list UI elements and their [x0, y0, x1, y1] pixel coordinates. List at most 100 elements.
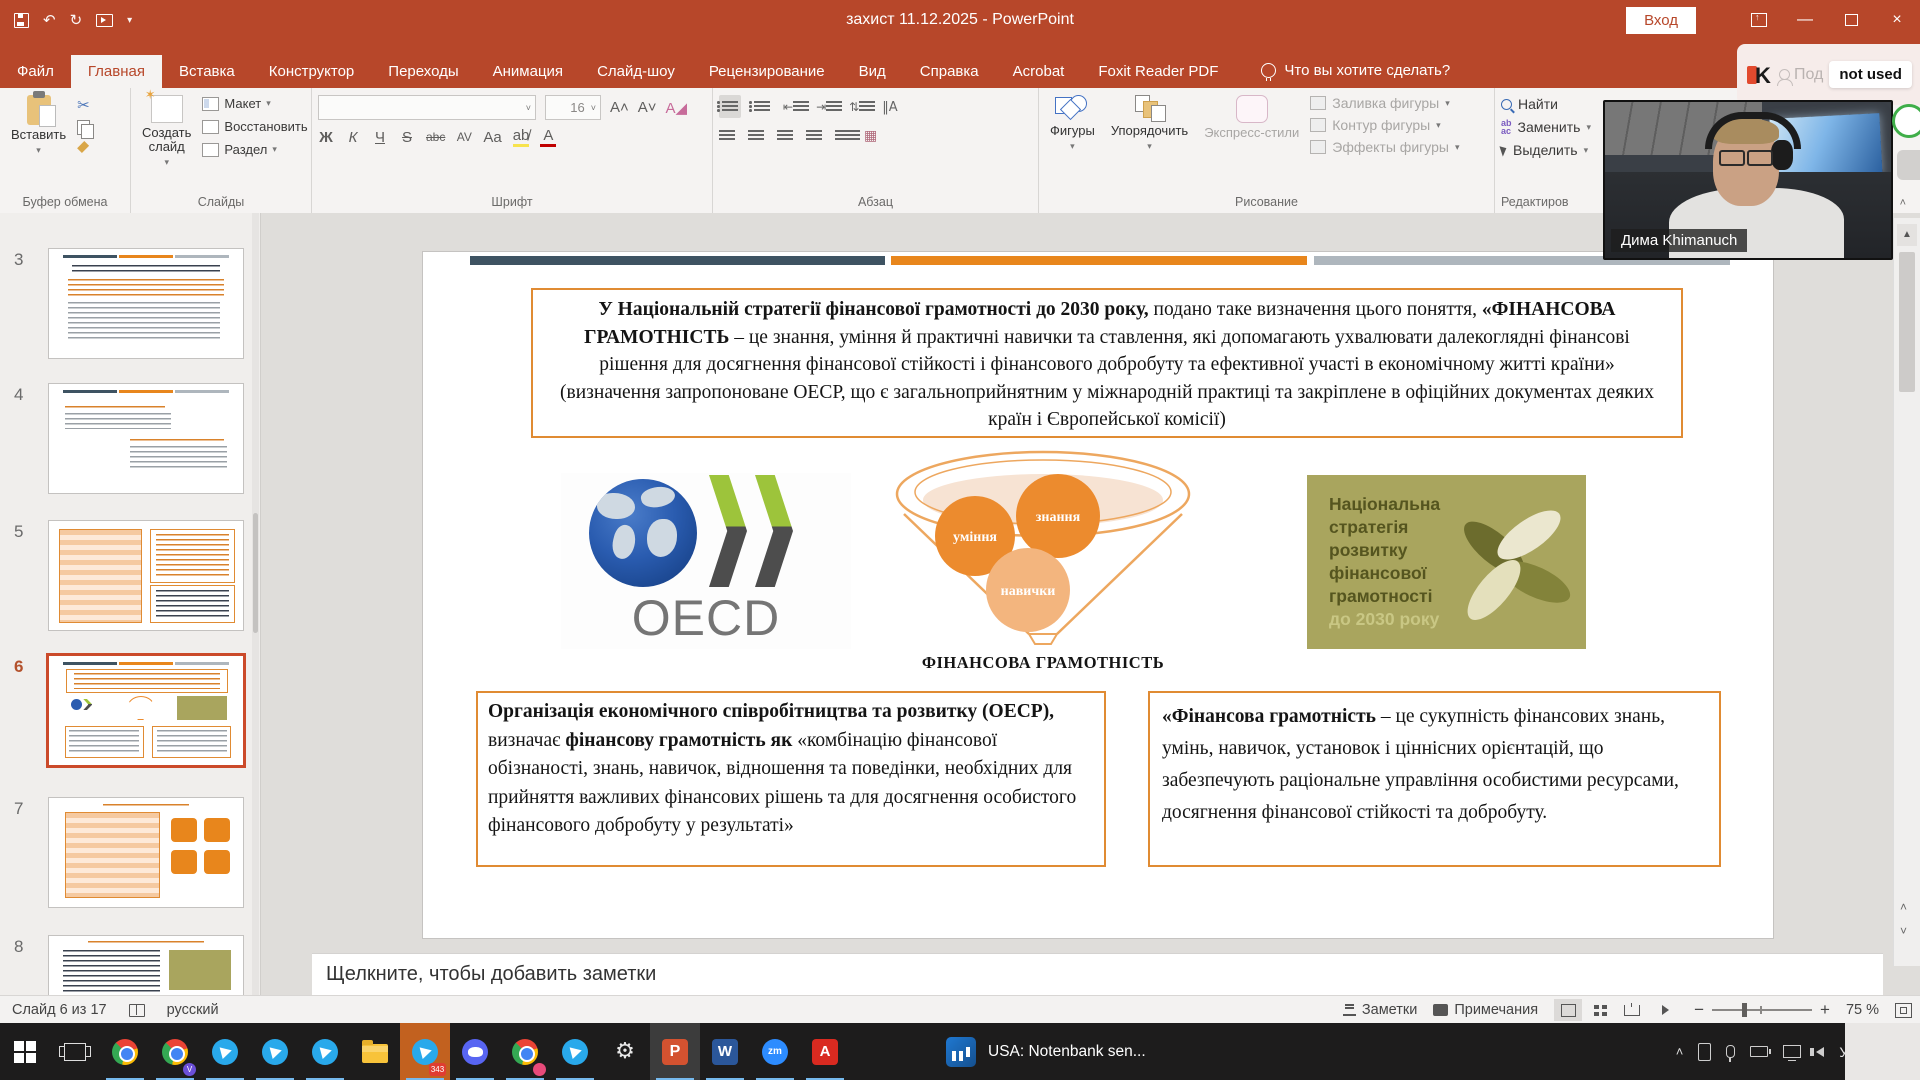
bullets-button[interactable] [719, 95, 741, 118]
literacy-definition-text-box[interactable]: «Фінансова грамотність – це сукупність ф… [1148, 691, 1721, 867]
normal-view-button[interactable] [1554, 999, 1582, 1021]
tab-animations[interactable]: Анимация [476, 55, 580, 88]
undo-icon[interactable]: ↶ [43, 11, 56, 29]
arrange-button[interactable]: Упорядочить ▾ [1106, 93, 1193, 154]
taskbar-zoom[interactable]: zm [750, 1023, 800, 1080]
start-slideshow-icon[interactable] [96, 14, 113, 27]
slide-thumbnail-5[interactable] [48, 520, 244, 631]
spell-check-icon[interactable] [129, 1004, 145, 1017]
previous-slide-icon[interactable]: ˄ [1900, 900, 1907, 914]
oecd-logo[interactable]: OECD [561, 473, 851, 649]
shape-fill-button[interactable]: Заливка фигуры▾ [1310, 95, 1459, 111]
format-painter-icon[interactable] [77, 141, 89, 153]
cut-icon[interactable]: ✂ [77, 96, 90, 114]
shape-outline-button[interactable]: Контур фигуры▾ [1310, 117, 1459, 133]
tab-review[interactable]: Рецензирование [692, 55, 842, 88]
columns-button[interactable] [835, 127, 851, 144]
reset-button[interactable]: Восстановить [202, 119, 307, 134]
zoom-slider[interactable] [1712, 1009, 1812, 1011]
tab-file[interactable]: Файл [0, 55, 71, 88]
strategy-cover-image[interactable]: Національна стратегія розвитку фінансово… [1307, 475, 1586, 649]
italic-button[interactable]: К [345, 129, 361, 146]
shrink-font-button[interactable]: A˅ [638, 99, 657, 116]
webcam-overlay[interactable]: Дима Khimanuch [1603, 100, 1893, 260]
clear-formatting-button[interactable]: A◢ [666, 99, 688, 117]
quick-styles-button[interactable]: Экспресс-стили [1199, 93, 1304, 142]
taskbar-powerpoint-active[interactable]: P [650, 1023, 700, 1080]
taskbar-telegram-2[interactable] [250, 1023, 300, 1080]
tab-transitions[interactable]: Переходы [371, 55, 475, 88]
microphone-icon[interactable] [1726, 1045, 1735, 1058]
shapes-button[interactable]: Фигуры ▾ [1045, 93, 1100, 154]
battery-icon[interactable] [1750, 1046, 1768, 1057]
customize-qat-icon[interactable]: ▾ [127, 15, 132, 26]
slide-thumbnail-6-selected[interactable] [46, 653, 246, 768]
paste-button[interactable]: Вставить ▾ [6, 93, 71, 158]
slide-sorter-view-button[interactable] [1586, 999, 1614, 1021]
taskbar-chrome-2[interactable]: V [150, 1023, 200, 1080]
slideshow-view-button[interactable] [1650, 999, 1678, 1021]
grow-font-button[interactable]: A˄ [610, 99, 629, 116]
slide-thumbnail-3[interactable] [48, 248, 244, 359]
fit-to-window-icon[interactable] [1895, 1003, 1912, 1018]
funnel-diagram[interactable]: уміння знання навички ФІНАНСОВА ГРАМОТНІ… [878, 448, 1208, 673]
text-direction-button[interactable]: ‖A [882, 98, 897, 115]
align-left-button[interactable] [719, 127, 735, 144]
taskbar-telegram-3[interactable] [300, 1023, 350, 1080]
align-right-button[interactable] [777, 127, 793, 144]
sign-in-button[interactable]: Вход [1626, 7, 1696, 34]
language-indicator[interactable]: русский [167, 1002, 219, 1018]
shadow-button[interactable]: abc [426, 130, 445, 144]
zoom-out-button[interactable]: − [1694, 1000, 1704, 1020]
shape-effects-button[interactable]: Эффекты фигуры▾ [1310, 139, 1459, 155]
taskbar-word[interactable]: W [700, 1023, 750, 1080]
line-spacing-button[interactable]: ⇅ [849, 98, 869, 115]
close-button[interactable]: × [1874, 0, 1920, 40]
font-name-combo[interactable]: ˅ [318, 95, 536, 120]
zoom-in-button[interactable]: + [1820, 1000, 1830, 1020]
oecd-definition-text-box[interactable]: Організація економічного співробітництва… [476, 691, 1106, 867]
taskbar-telegram-1[interactable] [200, 1023, 250, 1080]
redo-icon[interactable]: ↻ [70, 11, 83, 29]
taskbar-chrome-1[interactable] [100, 1023, 150, 1080]
speaker-icon[interactable] [1816, 1047, 1824, 1057]
scrollbar-thumb[interactable] [1899, 252, 1915, 392]
justify-button[interactable] [806, 127, 822, 144]
reading-view-button[interactable] [1618, 999, 1646, 1021]
tray-expand-icon[interactable]: ˄ [1676, 1044, 1684, 1059]
slide-thumbnail-7[interactable] [48, 797, 244, 908]
panel-scrollbar[interactable] [252, 213, 259, 995]
taskbar-discord[interactable] [450, 1023, 500, 1080]
definition-text-box[interactable]: У Національній стратегії фінансової грам… [531, 288, 1683, 438]
taskbar-settings[interactable]: ⚙ [600, 1023, 650, 1080]
strikethrough-button[interactable]: S [399, 129, 415, 146]
news-widget[interactable]: USA: Notenbank sen... [946, 1023, 1146, 1080]
taskbar-telegram-notification[interactable]: 343 [400, 1023, 450, 1080]
align-center-button[interactable] [748, 127, 764, 144]
taskbar-file-explorer[interactable] [350, 1023, 400, 1080]
font-color-button[interactable]: А [540, 127, 556, 147]
character-spacing-button[interactable]: AV [456, 130, 472, 144]
comments-toggle[interactable]: Примечания [1433, 1002, 1538, 1018]
recording-indicator-icon[interactable] [1892, 104, 1920, 138]
taskbar-chrome-3[interactable] [500, 1023, 550, 1080]
smartart-convert-button[interactable]: ▦ [864, 127, 877, 144]
task-view-button[interactable] [50, 1023, 100, 1080]
phone-link-icon[interactable] [1698, 1043, 1711, 1061]
bold-button[interactable]: Ж [318, 129, 334, 146]
save-icon[interactable] [14, 13, 29, 28]
slide-scrollbar[interactable]: ▲ ˄ ˅ [1893, 218, 1920, 966]
new-slide-button[interactable]: Создать слайд ▾ [137, 93, 196, 170]
next-slide-icon[interactable]: ˅ [1900, 924, 1907, 938]
ribbon-display-options-button[interactable] [1736, 0, 1782, 40]
tab-design[interactable]: Конструктор [252, 55, 372, 88]
scroll-up-icon[interactable]: ▲ [1897, 224, 1917, 246]
tell-me-box[interactable]: Что вы хотите сделать? [1261, 62, 1450, 88]
tab-acrobat[interactable]: Acrobat [996, 55, 1082, 88]
increase-indent-button[interactable]: ⇥ [816, 98, 836, 115]
underline-button[interactable]: Ч [372, 129, 388, 146]
tab-slideshow[interactable]: Слайд-шоу [580, 55, 692, 88]
tab-insert[interactable]: Вставка [162, 55, 252, 88]
change-case-button[interactable]: Aa [483, 129, 501, 146]
start-button[interactable] [0, 1023, 50, 1080]
